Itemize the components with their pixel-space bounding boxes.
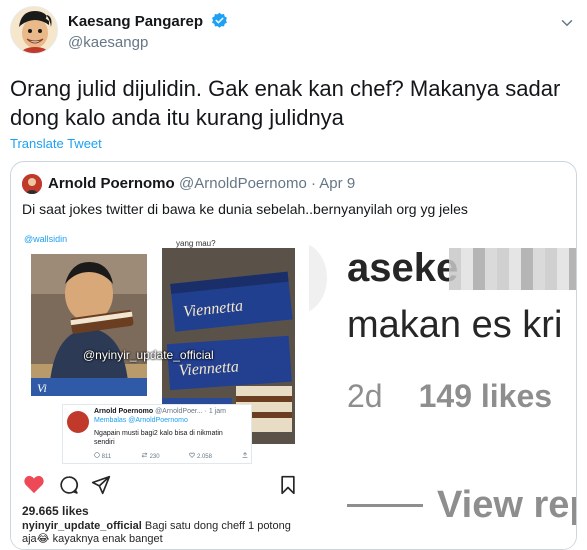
embedded-reply-to: Membalas @ArnoldPoernomo: [94, 417, 188, 424]
meme-image: @wallsidin yang mau? Vi Viennetta Vienne…: [19, 230, 307, 464]
quoted-author-handle: @ArnoldPoernomo: [179, 175, 307, 192]
commenter-avatar: [309, 242, 327, 314]
view-replies-link: View rep: [437, 484, 576, 526]
quoted-author-avatar: [22, 174, 42, 194]
reply-icon: [94, 452, 100, 458]
comment-text: makan es kri: [347, 304, 563, 346]
instagram-actions: [23, 474, 295, 500]
chef-photo: Vi: [31, 254, 147, 396]
embedded-tweet-card: Arnold Poernomo @ArnoldPoer... · 1 jam M…: [62, 404, 252, 464]
instagram-caption: nyinyir_update_official Bagi satu dong c…: [22, 520, 292, 546]
meme-source-handle: @wallsidin: [24, 234, 68, 244]
embedded-name: Arnold Poernomo @ArnoldPoer... · 1 jam: [94, 408, 226, 415]
comment-likes: 149 likes: [418, 378, 553, 414]
embedded-name-text: Arnold Poernomo: [94, 408, 154, 415]
tweet-menu-chevron-icon[interactable]: [558, 14, 576, 37]
heart-outline-icon: [189, 452, 196, 458]
author-avatar[interactable]: [10, 6, 58, 54]
quoted-media-image[interactable]: @wallsidin yang mau? Vi Viennetta Vienne…: [11, 228, 576, 549]
embedded-retweets-count: 230: [149, 454, 160, 460]
view-replies-dash: [347, 504, 423, 507]
quoted-author-handle-date: @ArnoldPoernomo · Apr 9: [179, 175, 355, 192]
meme-caption: yang mau?: [176, 239, 216, 248]
instagram-post: @wallsidin yang mau? Vi Viennetta Vienne…: [11, 228, 321, 549]
quoted-tweet[interactable]: Arnold Poernomo @ArnoldPoernomo · Apr 9 …: [10, 161, 577, 550]
comment-username: aseke: [347, 246, 459, 290]
author-name[interactable]: Kaesang Pangarep: [68, 12, 228, 30]
tweet-header: Kaesang Pangarep @kaesangp: [10, 6, 580, 54]
comment-time: 2d: [347, 378, 383, 414]
comment-meta: 2d 149 likes: [347, 378, 552, 415]
send-paper-plane-icon: [91, 475, 111, 500]
embedded-likes: 2.058: [189, 452, 227, 460]
instagram-likes-count: 29.665 likes: [22, 504, 89, 518]
translate-tweet-link[interactable]: Translate Tweet: [10, 136, 102, 151]
meme-watermark: @nyinyir_update_official: [83, 348, 214, 362]
like-heart-icon: [23, 474, 45, 499]
comment-bubble-icon: [59, 475, 79, 500]
embedded-replies-count: 811: [101, 454, 112, 460]
embedded-likes-count: 2.058: [196, 454, 212, 460]
quoted-tweet-text: Di saat jokes twitter di bawa ke dunia s…: [22, 201, 468, 217]
quoted-date: · Apr 9: [310, 175, 356, 192]
instagram-comment-zoom: aseke makan es kri 2d 149 likes View rep: [309, 228, 576, 549]
embedded-handle-time: @ArnoldPoer... · 1 jam: [155, 408, 226, 415]
author-handle[interactable]: @kaesangp: [68, 34, 148, 51]
verified-badge-icon: [212, 12, 228, 28]
author-name-text[interactable]: Kaesang Pangarep: [68, 13, 203, 30]
tweet-text: Orang julid dijulidin. Gak enak kan chef…: [10, 76, 561, 130]
embedded-text: Ngapain musti bagi2 kalo bisa di nikmati…: [94, 430, 223, 446]
censored-blur: [449, 248, 576, 290]
embedded-share: [242, 452, 248, 460]
embedded-avatar: [67, 411, 89, 433]
instagram-caption-user: nyinyir_update_official: [22, 520, 142, 532]
share-icon: [242, 452, 248, 458]
retweet-icon: [141, 452, 148, 458]
caricature-avatar-icon: [11, 7, 57, 53]
quoted-author-name: Arnold Poernomo: [48, 175, 175, 192]
embedded-stats: 811 230 2.058: [94, 452, 262, 460]
embedded-replies: 811: [94, 452, 127, 460]
svg-text:Vi: Vi: [37, 381, 47, 395]
embedded-retweets: 230: [141, 452, 175, 460]
save-bookmark-icon: [279, 475, 297, 500]
person-avatar-icon: [22, 174, 42, 194]
